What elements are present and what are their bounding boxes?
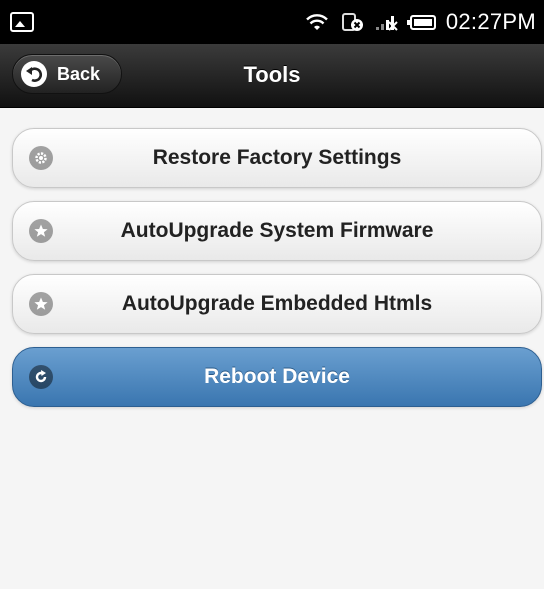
menu-item-label: Restore Factory Settings (152, 146, 402, 169)
toolbar-header: Tools Back (0, 44, 544, 108)
back-button[interactable]: Back (12, 54, 122, 94)
tools-menu: Restore Factory Settings AutoUpgrade Sys… (12, 128, 542, 420)
star-icon (29, 292, 53, 316)
status-bar: 02:27PM (0, 0, 544, 44)
back-arrow-icon (21, 61, 47, 87)
gallery-icon (10, 12, 34, 32)
star-icon (29, 219, 53, 243)
menu-item-label: AutoUpgrade System Firmware (120, 219, 434, 242)
menu-item-label: Reboot Device (204, 365, 350, 388)
menu-item-label: AutoUpgrade Embedded Htmls (121, 292, 433, 315)
signal-icon (375, 16, 398, 31)
autoupgrade-embedded-htmls-button[interactable]: AutoUpgrade Embedded Htmls (12, 274, 542, 334)
autoupgrade-system-firmware-button[interactable]: AutoUpgrade System Firmware (12, 201, 542, 261)
alarm-off-icon (341, 13, 363, 31)
gear-icon (29, 146, 53, 170)
refresh-icon (29, 365, 53, 389)
clock: 02:27PM (445, 9, 536, 34)
back-button-label: Back (57, 63, 101, 84)
reboot-device-button[interactable]: Reboot Device (12, 347, 542, 407)
wifi-icon (305, 14, 328, 30)
restore-factory-settings-button[interactable]: Restore Factory Settings (12, 128, 542, 188)
battery-icon (406, 14, 436, 30)
